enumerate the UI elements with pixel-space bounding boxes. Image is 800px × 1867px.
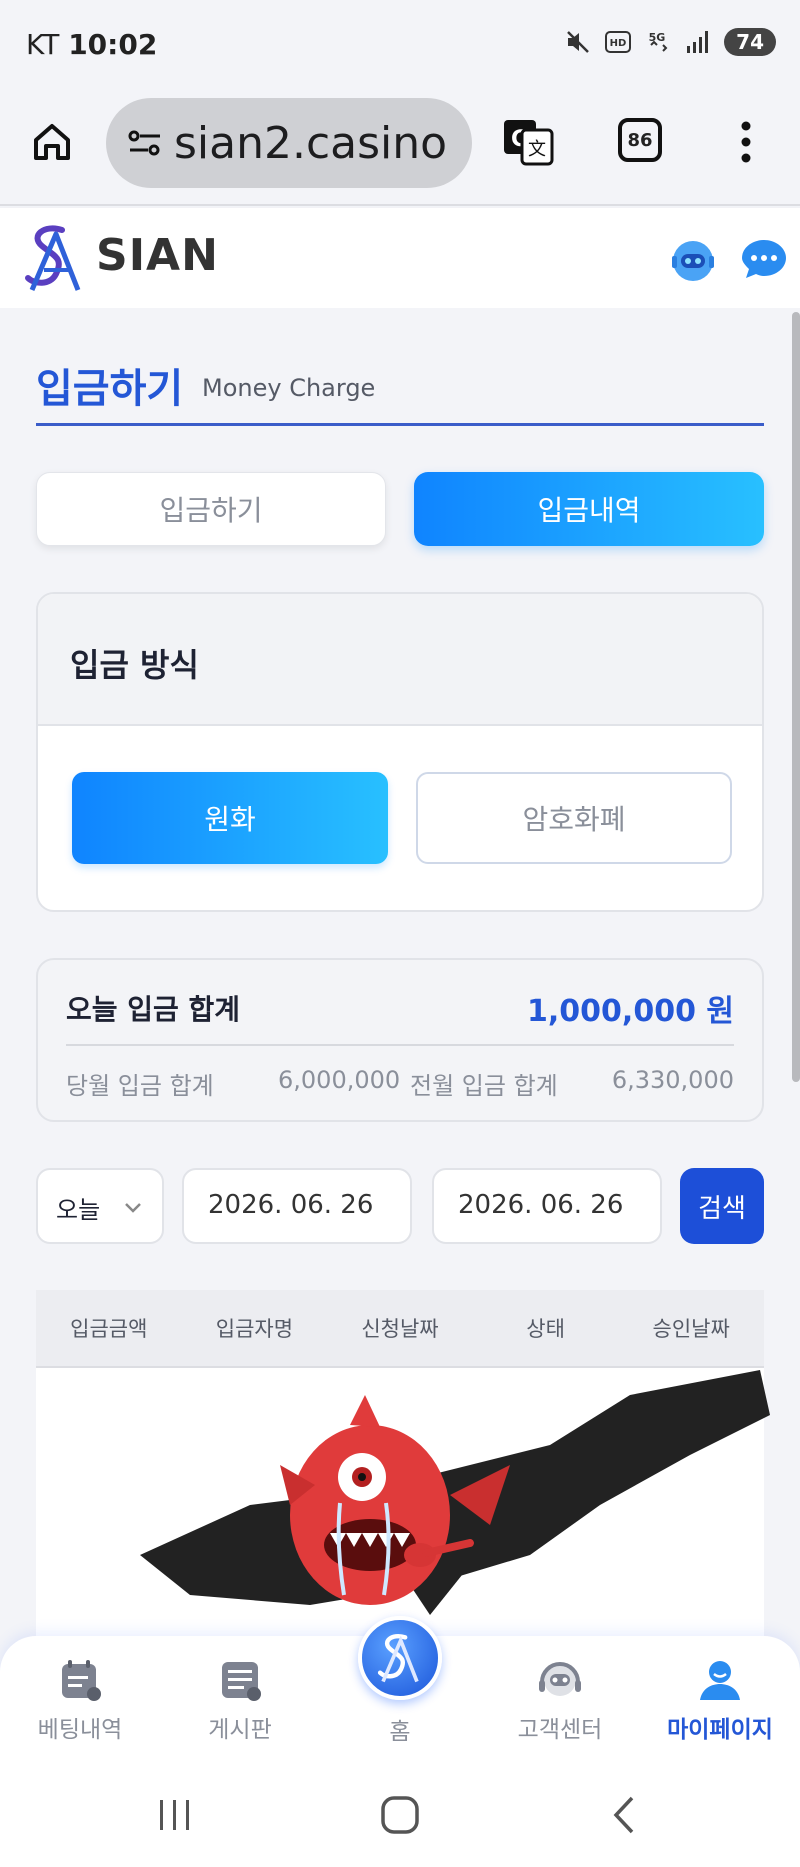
end-date-input[interactable]: 2026. 06. 26 — [432, 1168, 662, 1244]
crypto-method-button[interactable]: 암호화폐 — [416, 772, 732, 864]
today-total-value: 1,000,000 원 — [527, 994, 734, 1029]
5g-icon: 5G — [644, 28, 672, 56]
won-method-button[interactable]: 원화 — [72, 772, 388, 864]
svg-text:文: 文 — [528, 139, 546, 160]
board-icon — [216, 1656, 264, 1704]
clock: 10:02 — [68, 28, 158, 61]
status-icons: HD 5G 74 — [564, 28, 776, 56]
logo-text[interactable]: SIAN — [96, 230, 219, 281]
nav-label: 베팅내역 — [37, 1717, 123, 1743]
bottom-nav: 베팅내역 게시판 홈 고객센터 마이페이지 — [0, 1616, 800, 1760]
deposit-method-card: 입금 방식 원화 암호화폐 — [36, 592, 764, 912]
nav-board[interactable]: 게시판 — [170, 1650, 310, 1754]
month-total-value: 6,000,000 — [278, 1066, 401, 1094]
home-system-icon[interactable] — [375, 1790, 425, 1840]
chat-icon[interactable] — [740, 236, 788, 282]
search-button[interactable]: 검색 — [680, 1168, 764, 1244]
logo-mark-icon[interactable] — [22, 220, 88, 296]
nav-home-button[interactable] — [358, 1616, 442, 1700]
nav-label: 고객센터 — [517, 1717, 603, 1743]
page-subtitle: Money Charge — [202, 374, 376, 402]
method-card-header: 입금 방식 — [38, 594, 762, 726]
page-title-row: 입금하기 Money Charge — [36, 352, 764, 426]
site-settings-icon[interactable] — [124, 122, 166, 164]
nav-customer-center[interactable]: 고객센터 — [490, 1650, 630, 1754]
start-date-input[interactable]: 2026. 06. 26 — [182, 1168, 412, 1244]
address-bar[interactable]: sian2.casino — [106, 98, 472, 188]
mute-icon — [564, 28, 592, 56]
browser-home-icon[interactable] — [28, 118, 76, 166]
nav-label: 게시판 — [208, 1717, 272, 1743]
nav-mypage[interactable]: 마이페이지 — [650, 1650, 790, 1754]
month-total-label: 당월 입금 합계 — [66, 1072, 214, 1100]
url-text: sian2.casino — [174, 118, 448, 169]
summary-divider — [66, 1044, 734, 1046]
tab-deposit[interactable]: 입금하기 — [36, 472, 386, 546]
prev-month-total-label: 전월 입금 합계 — [410, 1072, 558, 1100]
user-icon — [696, 1656, 744, 1704]
back-icon[interactable] — [600, 1790, 650, 1840]
status-bar: KT 10:02 HD 5G 74 — [0, 0, 800, 92]
period-select[interactable]: 오늘 — [36, 1168, 164, 1244]
site-header: SIAN — [0, 208, 800, 308]
carrier-time: KT 10:02 — [26, 28, 157, 61]
prev-month-total-value: 6,330,000 — [611, 1066, 734, 1094]
browser-bar: sian2.casino G文 86 — [0, 92, 800, 206]
nav-betting-history[interactable]: 베팅내역 — [10, 1650, 150, 1754]
hd-icon: HD — [604, 28, 632, 56]
today-total-label: 오늘 입금 합계 — [66, 993, 241, 1026]
recent-apps-icon[interactable] — [150, 1790, 200, 1840]
deposit-summary-card: 오늘 입금 합계 1,000,000 원 당월 입금 합계 6,000,000 … — [36, 958, 764, 1122]
calendar-icon — [56, 1656, 104, 1704]
carrier: KT — [26, 28, 60, 61]
signal-icon — [684, 28, 712, 56]
nav-home-label[interactable]: 홈 — [360, 1712, 440, 1746]
sticker-image — [130, 1355, 770, 1655]
battery-icon: 74 — [724, 28, 776, 56]
page-title: 입금하기 — [36, 366, 184, 412]
nav-label: 마이페이지 — [667, 1717, 773, 1743]
translate-icon[interactable]: G文 — [500, 114, 556, 170]
method-title: 입금 방식 — [70, 646, 199, 684]
headset-icon — [536, 1656, 584, 1704]
support-robot-icon[interactable] — [668, 234, 718, 284]
system-nav-bar — [0, 1760, 800, 1867]
svg-text:HD: HD — [610, 38, 627, 49]
chevron-down-icon — [122, 1196, 144, 1218]
page-scrollbar[interactable] — [792, 312, 800, 1082]
svg-text:5G: 5G — [649, 31, 666, 44]
tab-count-button[interactable]: 86 — [618, 118, 662, 162]
more-menu-icon[interactable] — [734, 114, 758, 170]
tab-deposit-history[interactable]: 입금내역 — [414, 472, 764, 546]
period-select-value: 오늘 — [56, 1196, 101, 1224]
